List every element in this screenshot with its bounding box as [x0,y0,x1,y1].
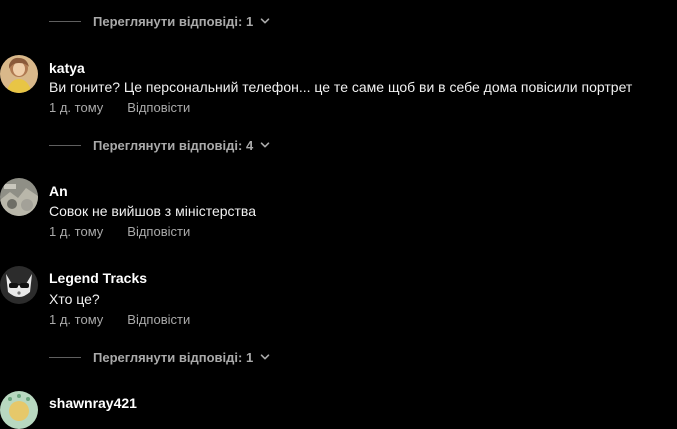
avatar[interactable] [0,178,38,216]
comment-author[interactable]: katya [49,60,85,76]
replies-divider-line [49,356,81,358]
comment-meta: 1 д. тому Відповісти [49,312,190,327]
comment-meta: 1 д. тому Відповісти [49,224,190,239]
chevron-down-icon [259,351,271,363]
reply-button[interactable]: Відповісти [127,100,190,115]
comment-author[interactable]: shawnray421 [49,395,137,411]
comment-time: 1 д. тому [49,312,104,327]
comment-time: 1 д. тому [49,224,104,239]
view-replies-toggle[interactable]: Переглянути відповіді: 1 [49,11,271,31]
replies-divider-line [49,144,81,146]
replies-divider-line [49,20,81,22]
comment-time: 1 д. тому [49,100,104,115]
comment-text: Ви гоните? Це персональний телефон... це… [49,79,633,95]
avatar[interactable] [0,55,38,93]
avatar[interactable] [0,266,38,304]
comment-text: Хто це? [49,291,100,307]
view-replies-label: Переглянути відповіді: 1 [93,13,254,29]
view-replies-toggle[interactable]: Переглянути відповіді: 4 [49,135,271,155]
comment-meta: 1 д. тому Відповісти [49,100,190,115]
chevron-down-icon [259,139,271,151]
reply-button[interactable]: Відповісти [127,224,190,239]
view-replies-label: Переглянути відповіді: 1 [93,349,254,365]
chevron-down-icon [259,15,271,27]
view-replies-label: Переглянути відповіді: 4 [93,137,254,153]
comment-text: Совок не вийшов з міністерства [49,203,256,219]
view-replies-toggle[interactable]: Переглянути відповіді: 1 [49,347,271,367]
avatar[interactable] [0,391,38,429]
reply-button[interactable]: Відповісти [127,312,190,327]
comment-author[interactable]: An [49,183,68,199]
comment-author[interactable]: Legend Tracks [49,270,147,286]
